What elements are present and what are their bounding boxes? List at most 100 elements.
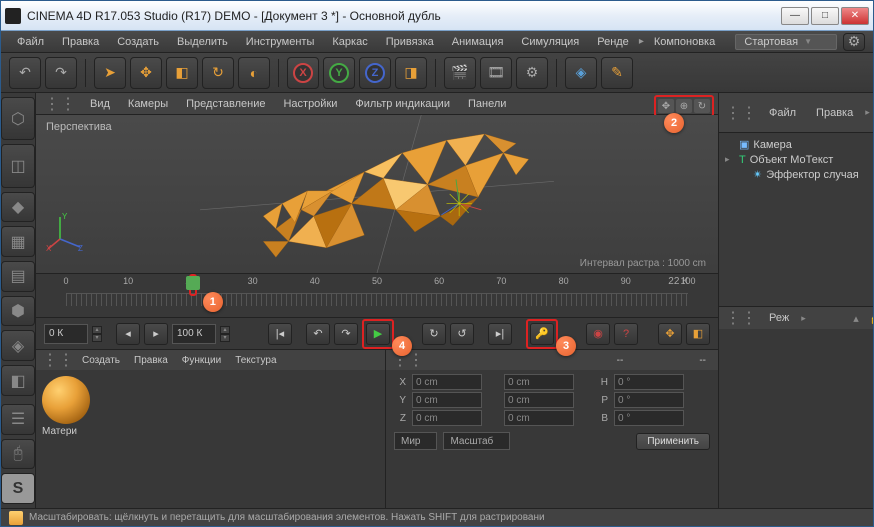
om-menu-edit[interactable]: Правка — [808, 105, 861, 121]
mat-menu-functions[interactable]: Функции — [176, 354, 227, 367]
coord-x-pos[interactable]: 0 cm — [412, 374, 482, 390]
next-key-button[interactable]: ▸ — [144, 323, 168, 345]
z-axis-lock[interactable]: Z — [359, 57, 391, 89]
layout-dropdown[interactable]: Стартовая ▼ — [735, 34, 837, 50]
key-selection-button[interactable]: ? — [614, 323, 638, 345]
mat-menu-edit[interactable]: Правка — [128, 354, 174, 367]
key-scale-button[interactable]: ◧ — [686, 323, 710, 345]
menu-render[interactable]: Ренде — [589, 34, 637, 50]
menu-mesh[interactable]: Каркас — [324, 34, 375, 50]
polygons-mode-button[interactable]: ◧ — [1, 365, 35, 396]
record-key-button[interactable]: 🔑 — [530, 323, 554, 345]
add-primitive-button[interactable]: ◈ — [565, 57, 597, 89]
next-frame-button[interactable]: ↻ — [422, 323, 446, 345]
tree-row-effector[interactable]: ✴ Эффектор случая ✓ — [723, 167, 873, 182]
tweak-mode-button[interactable]: ☰ — [1, 404, 35, 435]
last-tool[interactable]: ◐ — [238, 57, 270, 89]
timeline-playhead[interactable] — [186, 276, 200, 290]
view-menu-view[interactable]: Вид — [82, 96, 118, 112]
window-minimize-button[interactable]: — — [781, 7, 809, 25]
attr-nav-up-icon[interactable]: ▴ — [848, 310, 864, 326]
coord-y-size[interactable]: 0 cm — [504, 392, 574, 408]
start-frame-field[interactable]: 0 К — [44, 324, 88, 344]
view-menu-display[interactable]: Представление — [178, 96, 273, 112]
menu-simulation[interactable]: Симуляция — [513, 34, 587, 50]
coord-apply-button[interactable]: Применить — [636, 433, 710, 450]
coord-system-button[interactable]: ◨ — [395, 57, 427, 89]
points-mode-button[interactable]: ⬢ — [1, 296, 35, 327]
prev-key-button[interactable]: ◂ — [116, 323, 140, 345]
object-mode-button[interactable]: ◆ — [1, 192, 35, 223]
tree-row-motext[interactable]: ▸T Объект МоТекст ✓ — [723, 152, 873, 167]
coord-p-rot[interactable]: 0 ° — [614, 392, 684, 408]
texture-mode-button[interactable]: ▦ — [1, 226, 35, 257]
snap-toggle-button[interactable]: S — [1, 473, 35, 504]
viewport-rotate-icon[interactable]: ↻ — [694, 99, 710, 113]
om-menu-file[interactable]: Файл — [761, 105, 804, 121]
loop-button[interactable]: ↺ — [450, 323, 474, 345]
menu-tools[interactable]: Инструменты — [238, 34, 323, 50]
mat-menu-create[interactable]: Создать — [76, 354, 126, 367]
menu-edit[interactable]: Правка — [54, 34, 107, 50]
viewport-pan-icon[interactable]: ✥ — [658, 99, 674, 113]
render-picture-button[interactable]: 🎞 — [480, 57, 512, 89]
end-frame-down[interactable]: ▾ — [220, 334, 230, 342]
viewport-zoom-icon[interactable]: ⊕ — [676, 99, 692, 113]
coord-b-rot[interactable]: 0 ° — [614, 410, 684, 426]
go-end-button[interactable]: ▸| — [488, 323, 512, 345]
scale-tool[interactable]: ◧ — [166, 57, 198, 89]
play-back-button[interactable]: ↷ — [334, 323, 358, 345]
use-selection-button[interactable]: 🖰 — [1, 439, 35, 470]
material-item[interactable]: Матери — [42, 376, 90, 437]
timeline[interactable]: 0 10 20 30 40 50 60 70 80 90 100 1 22 — [36, 273, 718, 317]
end-frame-field[interactable]: 100 К — [172, 324, 216, 344]
play-button[interactable]: ▶ — [366, 323, 390, 345]
menu-animation[interactable]: Анимация — [444, 34, 512, 50]
end-frame-up[interactable]: ▴ — [220, 326, 230, 334]
model-mode-button[interactable]: ◫ — [1, 144, 35, 187]
autokey-button[interactable]: ◉ — [586, 323, 610, 345]
x-axis-lock[interactable]: X — [287, 57, 319, 89]
window-close-button[interactable]: ✕ — [841, 7, 869, 25]
y-axis-lock[interactable]: Y — [323, 57, 355, 89]
edges-mode-button[interactable]: ◈ — [1, 330, 35, 361]
menu-compositing[interactable]: Компоновка — [646, 34, 723, 50]
select-tool[interactable]: ➤ — [94, 57, 126, 89]
make-editable-button[interactable]: ⬡ — [1, 97, 35, 140]
rotate-tool[interactable]: ↻ — [202, 57, 234, 89]
attr-mode-label[interactable]: Реж — [761, 310, 797, 326]
menu-create[interactable]: Создать — [109, 34, 167, 50]
coord-x-size[interactable]: 0 cm — [504, 374, 574, 390]
move-tool[interactable]: ✥ — [130, 57, 162, 89]
menu-snap[interactable]: Привязка — [378, 34, 442, 50]
layout-config-button[interactable]: ⚙ — [843, 33, 865, 51]
coord-z-size[interactable]: 0 cm — [504, 410, 574, 426]
mat-menu-texture[interactable]: Текстура — [229, 354, 282, 367]
attr-lock-icon[interactable]: 🔒 — [868, 310, 873, 326]
viewport[interactable]: Перспектива — [36, 115, 718, 273]
redo-button[interactable]: ↷ — [45, 57, 77, 89]
render-settings-button[interactable]: ⚙ — [516, 57, 548, 89]
prev-frame-button[interactable]: ↶ — [306, 323, 330, 345]
start-frame-up[interactable]: ▴ — [92, 326, 102, 334]
coord-y-pos[interactable]: 0 cm — [412, 392, 482, 408]
timeline-range-slider[interactable] — [66, 294, 688, 306]
key-pos-button[interactable]: ✥ — [658, 323, 682, 345]
render-view-button[interactable]: 🎬 — [444, 57, 476, 89]
undo-button[interactable]: ↶ — [9, 57, 41, 89]
go-start-button[interactable]: |◂ — [268, 323, 292, 345]
view-menu-cameras[interactable]: Камеры — [120, 96, 176, 112]
view-menu-filter[interactable]: Фильтр индикации — [347, 96, 458, 112]
coord-world-select[interactable]: Мир — [394, 432, 437, 450]
coord-h-rot[interactable]: 0 ° — [614, 374, 684, 390]
menu-select[interactable]: Выделить — [169, 34, 236, 50]
menu-file[interactable]: Файл — [9, 34, 52, 50]
coord-scale-select[interactable]: Масштаб — [443, 432, 510, 450]
tree-row-camera[interactable]: ▣ Камера ▢ — [723, 137, 873, 152]
view-menu-options[interactable]: Настройки — [275, 96, 345, 112]
add-spline-button[interactable]: ✎ — [601, 57, 633, 89]
coord-z-pos[interactable]: 0 cm — [412, 410, 482, 426]
start-frame-down[interactable]: ▾ — [92, 334, 102, 342]
view-menu-panels[interactable]: Панели — [460, 96, 514, 112]
window-maximize-button[interactable]: □ — [811, 7, 839, 25]
